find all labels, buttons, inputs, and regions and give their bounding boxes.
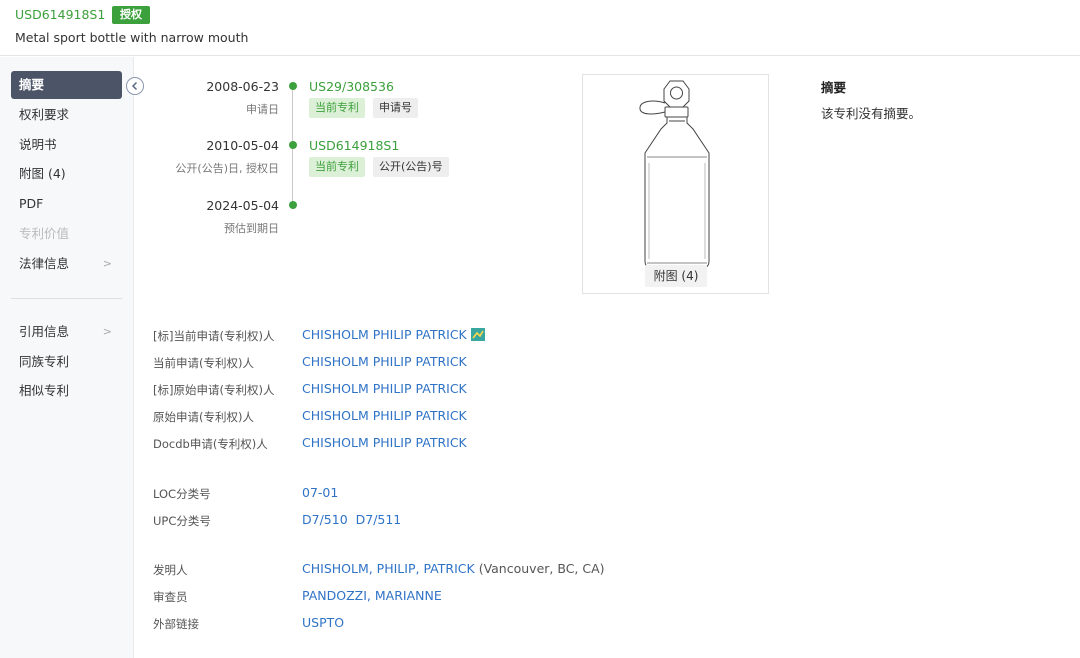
applicant-label: Docdb申请(专利权)人 bbox=[153, 437, 268, 451]
applicant-name[interactable]: CHISHOLM PHILIP PATRICK bbox=[302, 408, 467, 423]
sidebar-item-label: 权利要求 bbox=[19, 107, 70, 122]
sidebar-item-label: PDF bbox=[19, 196, 44, 211]
sidebar-item-label: 摘要 bbox=[19, 77, 45, 92]
inventor-row: CHISHOLM, PHILIP, PATRICK (Vancouver, BC… bbox=[302, 561, 605, 576]
sidebar-item-label: 相似专利 bbox=[19, 383, 70, 398]
applicant-label: 当前申请(专利权)人 bbox=[153, 356, 254, 370]
upc-class-value[interactable]: D7/510 bbox=[302, 512, 348, 527]
timeline-dot bbox=[289, 141, 297, 149]
bottle-drawing bbox=[639, 80, 710, 270]
timeline-date: 2024-05-04 bbox=[206, 198, 279, 213]
sidebar-item-label: 法律信息 bbox=[19, 256, 70, 271]
sidebar-item-figures[interactable]: 附图 (4) bbox=[11, 160, 122, 188]
timeline-date: 2010-05-04 bbox=[206, 138, 279, 153]
sidebar-item-label: 说明书 bbox=[19, 137, 57, 152]
sidebar-item-abstract[interactable]: 摘要 bbox=[11, 71, 122, 99]
timeline-label: 公开(公告)日, 授权日 bbox=[175, 162, 279, 175]
chevron-right-icon: > bbox=[102, 325, 112, 338]
status-badge: 授权 bbox=[112, 6, 150, 24]
sidebar-item-citations[interactable]: 引用信息 > bbox=[11, 318, 122, 346]
abstract-title: 摘要 bbox=[821, 80, 847, 95]
inventor-name[interactable]: CHISHOLM, PHILIP, PATRICK bbox=[302, 561, 475, 576]
upc-class-value[interactable]: D7/511 bbox=[356, 512, 402, 527]
upc-class-values: D7/510 D7/511 bbox=[302, 512, 401, 527]
sidebar-item-family[interactable]: 同族专利 bbox=[11, 348, 122, 376]
timeline-label: 预估到期日 bbox=[224, 222, 279, 235]
applicant-name[interactable]: CHISHOLM PHILIP PATRICK bbox=[302, 327, 467, 342]
sidebar-item-claims[interactable]: 权利要求 bbox=[11, 101, 122, 129]
sidebar-item-patent-value: 专利价值 bbox=[11, 220, 122, 248]
loc-class-value[interactable]: 07-01 bbox=[302, 485, 338, 500]
figure-caption[interactable]: 附图 (4) bbox=[645, 265, 707, 287]
applicant-name[interactable]: CHISHOLM PHILIP PATRICK bbox=[302, 435, 467, 450]
external-link-label: 外部链接 bbox=[153, 617, 199, 631]
sidebar-item-label: 同族专利 bbox=[19, 354, 70, 369]
sidebar-item-label: 附图 (4) bbox=[19, 166, 66, 181]
timeline-date: 2008-06-23 bbox=[206, 79, 279, 94]
applicant-name[interactable]: CHISHOLM PHILIP PATRICK bbox=[302, 354, 467, 369]
application-number-tag: 申请号 bbox=[373, 98, 418, 118]
sidebar-item-similar[interactable]: 相似专利 bbox=[11, 377, 122, 405]
applicant-value[interactable]: CHISHOLM PHILIP PATRICK bbox=[302, 327, 485, 342]
patent-header: USD614918S1 授权 Metal sport bottle with n… bbox=[0, 0, 1080, 56]
sidebar-item-legal-info[interactable]: 法律信息 > bbox=[11, 250, 122, 278]
patent-title: Metal sport bottle with narrow mouth bbox=[15, 30, 249, 45]
current-patent-tag: 当前专利 bbox=[309, 98, 365, 118]
current-patent-tag: 当前专利 bbox=[309, 157, 365, 177]
examiner-label: 审查员 bbox=[153, 590, 188, 604]
publication-number-tag: 公开(公告)号 bbox=[373, 157, 449, 177]
examiner-name[interactable]: PANDOZZI, MARIANNE bbox=[302, 588, 442, 603]
chevron-left-icon[interactable] bbox=[126, 77, 144, 95]
applicant-name[interactable]: CHISHOLM PHILIP PATRICK bbox=[302, 381, 467, 396]
sidebar-item-label: 专利价值 bbox=[19, 226, 70, 241]
applicant-label: [标]当前申请(专利权)人 bbox=[153, 329, 275, 343]
applicant-label: [标]原始申请(专利权)人 bbox=[153, 383, 275, 397]
patent-number[interactable]: USD614918S1 bbox=[15, 7, 105, 22]
abstract-text: 该专利没有摘要。 bbox=[821, 106, 922, 121]
upc-class-label: UPC分类号 bbox=[153, 514, 211, 528]
sidebar-item-pdf[interactable]: PDF bbox=[11, 190, 122, 218]
inventor-label: 发明人 bbox=[153, 563, 188, 577]
uspto-link[interactable]: USPTO bbox=[302, 615, 344, 630]
sidebar-item-description[interactable]: 说明书 bbox=[11, 131, 122, 159]
figure-panel[interactable] bbox=[582, 74, 769, 294]
applicant-label: 原始申请(专利权)人 bbox=[153, 410, 254, 424]
sidebar: 摘要 权利要求 说明书 附图 (4) PDF 专利价值 法律信息 > 引用信息 > … bbox=[0, 57, 134, 658]
timeline-label: 申请日 bbox=[246, 103, 279, 116]
inventor-location: (Vancouver, BC, CA) bbox=[478, 561, 605, 576]
company-icon[interactable] bbox=[470, 328, 485, 341]
loc-class-label: LOC分类号 bbox=[153, 487, 211, 501]
chevron-right-icon: > bbox=[102, 257, 112, 270]
publication-number-link[interactable]: USD614918S1 bbox=[309, 138, 399, 153]
sidebar-item-label: 引用信息 bbox=[19, 324, 70, 339]
sidebar-divider bbox=[11, 298, 122, 299]
timeline-dot bbox=[289, 82, 297, 90]
timeline-dot bbox=[289, 201, 297, 209]
application-number-link[interactable]: US29/308536 bbox=[309, 79, 394, 94]
